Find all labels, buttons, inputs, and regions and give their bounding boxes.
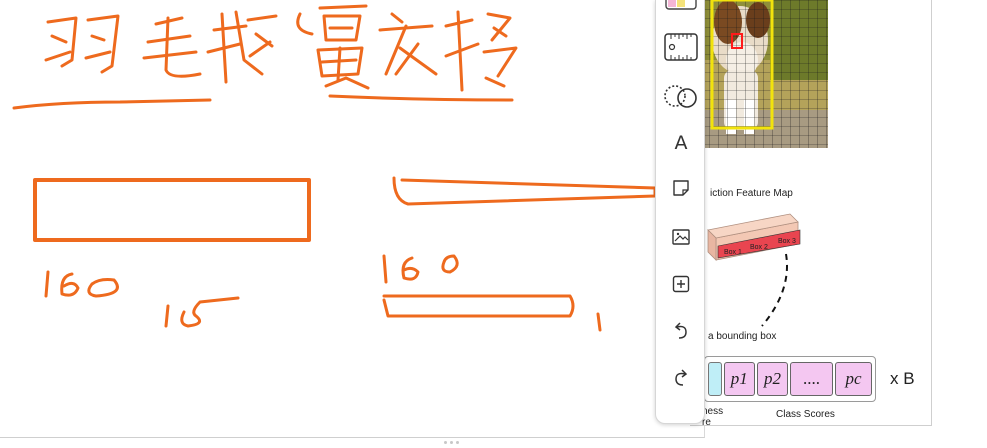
class-scores-caption: Class Scores [776,409,835,420]
color-palette-button[interactable] [656,0,706,12]
right-long-shape [392,176,657,206]
box-label-1: Box 1 [724,249,742,256]
redo-icon [675,369,688,386]
text-icon: A [674,132,688,154]
ruler-tool[interactable] [656,30,706,64]
lower-bracket-shape [382,294,575,318]
multiplier-label: x B [890,369,915,388]
dashed-connector [761,253,788,327]
number-160-left [44,270,119,298]
title-underline-right [328,94,514,102]
color-palette-icon [665,0,697,10]
reference-document: iction Feature Map Box 1 Box 2 Box 3 a b… [690,0,932,426]
add-icon [672,275,690,293]
box-label-3: Box 3 [778,238,796,245]
resize-handle[interactable] [444,441,466,448]
ink-layer [12,4,657,332]
app-window: iction Feature Map Box 1 Box 2 Box 3 a b… [0,0,987,448]
number-160-right [382,254,459,284]
sticky-note-icon [673,180,689,196]
class-score-pc: pc [834,362,873,396]
add-tool[interactable] [656,271,706,297]
prediction-vector: p1 p2 .... pc [704,356,876,402]
redo-button[interactable] [656,365,706,391]
dog-grid-image [700,0,828,148]
whiteboard-canvas[interactable] [0,0,705,438]
objectness-cell [708,362,722,396]
number-15 [164,296,240,328]
left-rectangle [33,178,311,242]
objectness-caption: ness re [702,406,724,426]
lasso-icon [664,85,697,108]
number-1-right [596,312,602,332]
drawing-toolbar: A [655,0,705,424]
lasso-tool[interactable] [656,78,706,114]
sticky-note-tool[interactable] [656,176,706,200]
title-underline-left [12,98,212,110]
image-tool[interactable] [656,224,706,250]
bounding-box-caption: a bounding box [708,331,777,342]
undo-button[interactable] [656,318,706,344]
ruler-icon [664,33,698,61]
text-tool[interactable]: A [656,128,706,158]
handwritten-title [44,4,518,92]
class-score-p2: p2 [756,362,789,396]
class-score-p1: p1 [723,362,755,396]
image-icon [672,229,690,245]
class-score-ellipsis: .... [790,362,833,396]
feature-map-caption: iction Feature Map [710,188,793,199]
objectness-caption-line2: re [702,417,711,426]
objectness-caption-line1: ness [702,406,724,417]
undo-icon [674,322,687,339]
